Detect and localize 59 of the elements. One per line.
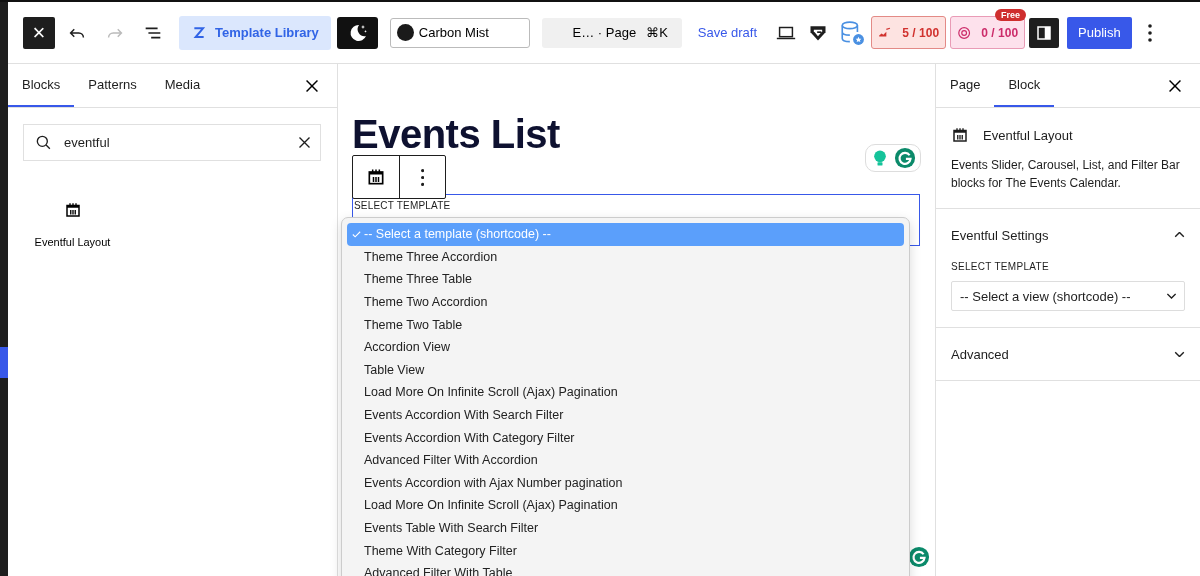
search-input[interactable]: eventful	[62, 134, 291, 151]
tab[interactable]: Page	[936, 64, 995, 107]
sidebar-toggle-tab[interactable]	[0, 347, 8, 378]
grammar-widget[interactable]	[865, 144, 921, 172]
dropdown-option[interactable]: Load More On Infinite Scroll (Ajax) Pagination	[347, 381, 904, 404]
grammar-icon	[894, 147, 916, 169]
more-icon	[420, 168, 425, 186]
block-name: Eventful Layout	[983, 127, 1073, 143]
close-button[interactable]: ×	[23, 16, 55, 49]
logo-icon	[191, 24, 207, 41]
template-library-button[interactable]: Template Library	[179, 15, 331, 50]
calendar-icon	[366, 167, 386, 187]
block-item[interactable]: Eventful Layout	[30, 201, 115, 248]
close-icon	[1169, 80, 1181, 92]
sidebar-toggle-button[interactable]	[1029, 17, 1060, 48]
dropdown-option[interactable]: Events Accordion With Category Filter	[347, 426, 904, 449]
dropdown-option[interactable]: Load More On Infinite Scroll (Ajax) Pagination	[347, 494, 904, 517]
calendar-icon	[63, 201, 82, 219]
counter-button[interactable]: 5 / 100	[871, 16, 947, 49]
dropdown-option[interactable]: Table View	[347, 358, 904, 382]
tab[interactable]: Patterns	[74, 64, 151, 107]
free-badge: Free	[995, 9, 1027, 21]
dropdown-option[interactable]: Theme Three Table	[347, 268, 904, 291]
dropdown-option[interactable]: Theme Two Accordion	[347, 290, 904, 314]
dropdown-option[interactable]: Events Accordion With Search Filter	[347, 403, 904, 427]
chevron-down-icon	[1174, 351, 1185, 357]
calendar-icon	[951, 126, 969, 144]
chevron-down-icon	[1167, 293, 1176, 299]
dropdown-option[interactable]: Accordion View	[347, 335, 904, 359]
tab[interactable]: Media	[150, 64, 215, 107]
dropdown-option[interactable]: Events Accordion with Ajax Number pagination	[347, 471, 904, 495]
dropdown-option[interactable]: Theme Three Accordion	[347, 245, 904, 269]
field-label: SELECT TEMPLATE	[354, 200, 451, 211]
block-description: Events Slider, Carousel, List, and Filter Bar blocks for The Events Calendar.	[951, 157, 1181, 192]
clear-icon[interactable]	[299, 137, 310, 148]
at-sign-icon	[957, 24, 972, 41]
page-heading: Events List	[352, 114, 561, 154]
publish-button[interactable]: Publish	[1067, 16, 1132, 49]
dark-mode-button[interactable]	[336, 16, 378, 49]
database-icon	[839, 19, 866, 46]
field-label: SELECT TEMPLATE	[951, 261, 1050, 272]
command-palette-button[interactable]: E… · Page ⌘K	[541, 17, 682, 48]
style-picker[interactable]: Carbon Mist	[389, 17, 530, 48]
dropdown-option[interactable]: Advanced Filter With Accordion	[347, 448, 904, 472]
view-select[interactable]: -- Select a view (shortcode) --	[951, 281, 1185, 311]
panel-header[interactable]: Eventful Settings	[936, 209, 1200, 261]
chevron-up-icon	[1174, 232, 1185, 238]
more-icon	[1147, 23, 1152, 42]
search-field[interactable]: eventful	[23, 124, 321, 161]
close-icon	[306, 80, 318, 92]
swatch-icon	[396, 24, 414, 41]
dropdown-option[interactable]: Events Table With Search Filter	[347, 516, 904, 540]
dropdown-option[interactable]: Theme Two Table	[347, 313, 904, 336]
tab[interactable]: Block	[994, 64, 1055, 107]
checkmark-icon	[351, 228, 362, 240]
tab[interactable]: Blocks	[8, 64, 75, 107]
save-draft-button[interactable]: Save draft	[693, 25, 762, 40]
dropdown-option[interactable]: Theme With Category Filter	[347, 539, 904, 562]
panel-header[interactable]: Advanced	[936, 328, 1200, 380]
